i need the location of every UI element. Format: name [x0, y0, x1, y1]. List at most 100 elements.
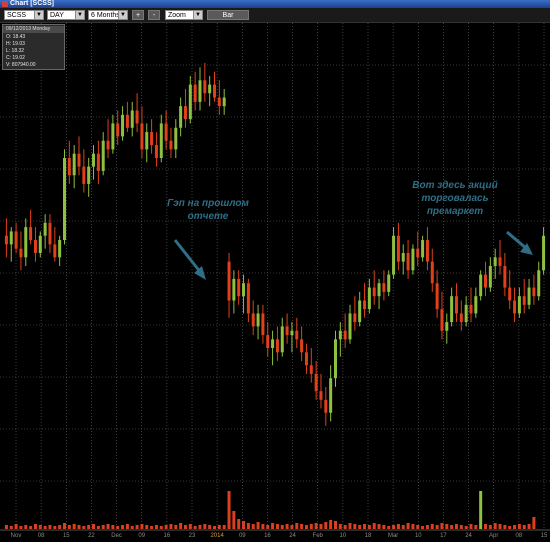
chevron-down-icon[interactable]: ▼	[34, 11, 43, 19]
volume-bar	[237, 519, 241, 529]
volume-bar	[333, 521, 337, 529]
symbol-value: SCSS	[7, 12, 27, 19]
candle-body	[261, 313, 265, 336]
volume-bar	[280, 525, 284, 529]
candle-body	[440, 309, 444, 331]
candle-body	[309, 365, 313, 374]
x-tick-label: 15	[63, 533, 70, 539]
candle-body	[401, 253, 405, 262]
candle-body	[154, 145, 158, 158]
app-icon	[2, 1, 8, 7]
candle-body	[300, 339, 304, 353]
candle-body	[179, 106, 183, 128]
candle-body	[140, 123, 144, 150]
chevron-down-icon[interactable]: ▼	[118, 11, 127, 19]
x-tick-label: 10	[415, 533, 422, 539]
volume-bar	[479, 491, 483, 529]
volume-bar	[300, 524, 304, 529]
candle-body	[14, 231, 18, 249]
symbol-input[interactable]: SCSS ▼	[4, 10, 44, 20]
candle-body	[271, 339, 275, 348]
candle-body	[285, 326, 289, 336]
candle-body	[532, 287, 536, 297]
candle-body	[343, 330, 347, 340]
candle-body	[348, 313, 352, 340]
zoom-select[interactable]: Zoom ▼	[165, 10, 203, 20]
x-tick-label: 2014	[210, 533, 224, 539]
volume-bar	[266, 525, 270, 529]
candle-body	[372, 287, 376, 297]
chevron-down-icon[interactable]: ▼	[193, 11, 202, 19]
interval-select[interactable]: DAY ▼	[47, 10, 85, 20]
candle-body	[421, 240, 425, 258]
x-tick-label: 08	[516, 533, 523, 539]
x-tick-label: Dec	[111, 533, 122, 539]
candle-body	[77, 153, 81, 167]
candle-body	[314, 373, 318, 392]
candle-body	[329, 378, 333, 413]
volume-bar	[498, 524, 502, 529]
candle-body	[275, 339, 279, 353]
candle-body	[150, 132, 154, 146]
volume-bar	[87, 525, 91, 529]
candle-body	[222, 97, 226, 107]
volume-bar	[29, 526, 33, 529]
candle-body	[377, 283, 381, 297]
candle-body	[72, 153, 76, 176]
candle-body	[430, 261, 434, 284]
price-chart[interactable]: Nov 08 15 22 Dec 09 16 23 2014 09 16 24 Feb 10 18 Mar 10…	[0, 23, 550, 542]
volume-bar	[77, 525, 81, 529]
candle-body	[67, 158, 71, 176]
zoom-out-button[interactable]: -	[148, 10, 160, 20]
candle-body	[469, 304, 473, 314]
volume-bar	[513, 525, 517, 529]
chevron-down-icon[interactable]: ▼	[75, 11, 84, 19]
x-tick-label: 23	[189, 533, 196, 539]
volume-bar	[358, 525, 362, 529]
volume-bar	[24, 525, 28, 529]
interval-value: DAY	[50, 12, 64, 19]
chart-toolbar: SCSS ▼ DAY ▼ 6 Months ▼ + - Zoom ▼ Bar	[0, 8, 550, 23]
volume-bar	[111, 525, 115, 529]
volume-bar	[203, 524, 207, 529]
candle-body	[517, 296, 521, 314]
candle-body	[58, 240, 62, 258]
volume-bar	[416, 525, 420, 529]
candle-body	[121, 114, 125, 137]
candle-body	[198, 80, 202, 102]
volume-bar	[396, 524, 400, 529]
volume-bar	[522, 525, 526, 529]
volume-bar	[38, 525, 42, 529]
x-tick-label: 24	[289, 533, 296, 539]
volume-bar	[290, 525, 294, 529]
range-value: 6 Months	[91, 12, 120, 19]
window-title: Chart [SCSS]	[10, 0, 54, 7]
volume-bar	[179, 523, 183, 529]
x-tick-label: Nov	[11, 533, 22, 539]
range-select[interactable]: 6 Months ▼	[88, 10, 128, 20]
candle-body	[266, 335, 270, 348]
candle-body	[169, 140, 173, 150]
volume-bar	[459, 525, 463, 529]
volume-bar	[527, 524, 531, 529]
volume-bar	[261, 524, 265, 529]
volume-bar	[256, 522, 260, 529]
candle-body	[445, 322, 449, 331]
zoom-in-button[interactable]: +	[132, 10, 144, 20]
chart-type-button[interactable]: Bar	[207, 10, 249, 20]
info-open: O: 18.43	[6, 34, 26, 40]
candle-body	[164, 123, 168, 141]
volume-bar	[92, 524, 96, 529]
volume-series	[4, 491, 536, 529]
candle-body	[290, 330, 294, 336]
candle-body	[82, 166, 86, 184]
candle-body	[304, 352, 308, 366]
volume-bar	[474, 525, 478, 529]
volume-bar	[493, 523, 497, 529]
premarket-annotation-line2: торговалась	[421, 193, 488, 204]
candle-body	[382, 283, 386, 292]
info-close: C: 19.02	[6, 55, 25, 61]
info-volume: V: 807940.00	[6, 62, 36, 68]
volume-bar	[232, 511, 236, 529]
candle-body	[242, 283, 246, 297]
